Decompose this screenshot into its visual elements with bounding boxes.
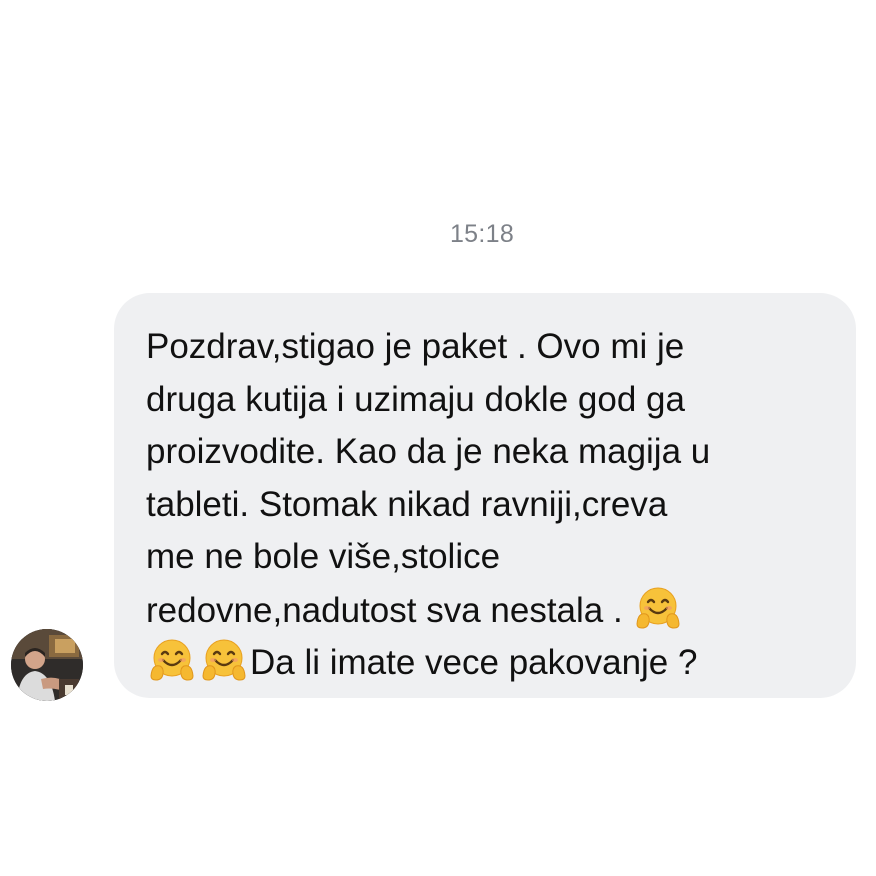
hugging-face-emoji-icon	[634, 584, 682, 632]
chat-screen: 15:18 Pozdrav,stigao je paket . Ovo mi j…	[0, 0, 876, 876]
message-line-text: redovne,nadutost sva nestala .	[146, 590, 633, 630]
hugging-face-emoji-icon	[200, 636, 248, 684]
sender-avatar[interactable]	[11, 629, 83, 701]
message-line: druga kutija i uzimaju dokle god ga	[146, 379, 685, 419]
message-line-text: Da li imate vece pakovanje ?	[250, 643, 698, 682]
message-line-with-emoji: redovne,nadutost sva nestala .	[146, 584, 826, 637]
message-text: Pozdrav,stigao je paket . Ovo mi je drug…	[146, 321, 826, 689]
message-line: me ne bole više,stolice	[146, 537, 501, 576]
hugging-face-emoji-icon	[148, 636, 196, 684]
message-line: tableti. Stomak nikad ravniji,creva	[146, 484, 668, 524]
avatar-photo-icon	[11, 629, 83, 701]
incoming-message-row: Pozdrav,stigao je paket . Ovo mi je drug…	[0, 293, 876, 703]
message-timestamp: 15:18	[449, 220, 515, 248]
message-bubble[interactable]: Pozdrav,stigao je paket . Ovo mi je drug…	[114, 293, 856, 698]
message-line: proizvodite. Kao da je neka magija u	[146, 432, 711, 471]
message-line: Pozdrav,stigao je paket . Ovo mi je	[146, 327, 685, 366]
message-line-with-emoji: Da li imate vece pakovanje ?	[146, 636, 826, 689]
